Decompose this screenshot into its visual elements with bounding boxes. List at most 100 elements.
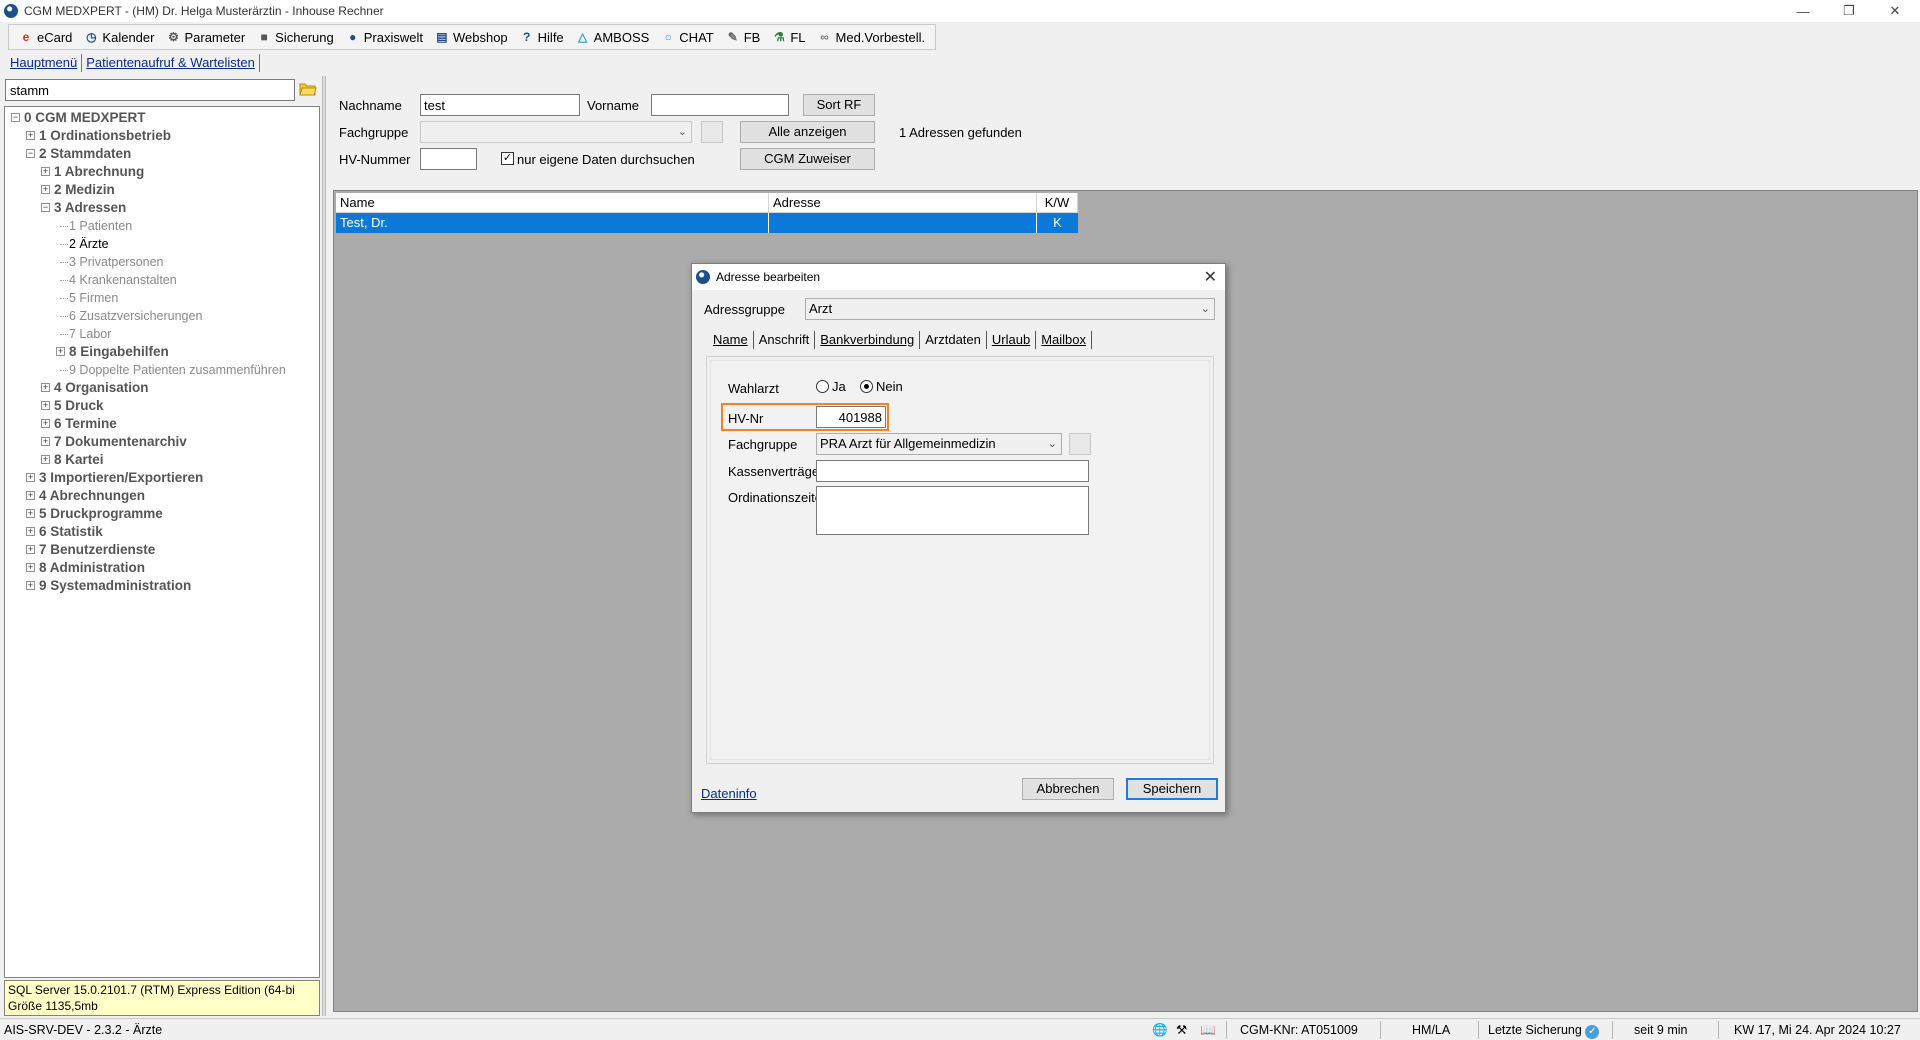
column-header-adresse[interactable]: Adresse [769,193,1037,212]
tree-item[interactable]: 3 Privatpersonen [5,253,319,271]
tree-item[interactable]: +1 Abrechnung [5,163,319,181]
collapse-icon[interactable]: − [41,203,50,212]
expand-icon[interactable]: + [41,419,50,428]
expand-icon[interactable]: + [26,563,35,572]
network-icon[interactable]: 🌐 [1152,1021,1168,1039]
tools-icon[interactable]: ⚒ [1176,1021,1187,1039]
expand-icon[interactable]: + [26,581,35,590]
expand-icon[interactable]: + [41,455,50,464]
tab-hauptmenue[interactable]: Hauptmenü [6,54,83,72]
collapse-icon[interactable]: − [26,149,35,158]
restore-button[interactable]: ❐ [1826,0,1872,22]
tree-item[interactable]: −3 Adressen [5,199,319,217]
kassenvertraege-input[interactable] [816,460,1089,482]
menu-search-input[interactable] [5,79,295,101]
tab-mailbox[interactable]: Mailbox [1036,331,1092,349]
tree-item[interactable]: +9 Systemadministration [5,577,319,595]
expand-icon[interactable]: + [26,509,35,518]
tab-arztdaten[interactable]: Arztdaten [920,331,987,349]
column-header-kw[interactable]: K/W [1037,193,1078,212]
toolbar-hilfe-button[interactable]: ? Hilfe [514,25,570,49]
toolbar-chat-button[interactable]: ○ CHAT [655,25,719,49]
dateninfo-link[interactable]: Dateninfo [701,786,757,801]
speichern-button[interactable]: Speichern [1126,778,1218,800]
fachgruppe-select[interactable]: ⌄ [420,121,692,143]
tree-item[interactable]: +6 Termine [5,415,319,433]
tree-item[interactable]: +5 Druckprogramme [5,505,319,523]
close-window-button[interactable]: ✕ [1872,0,1918,22]
table-row[interactable]: Test, Dr. K [336,213,1078,233]
sort-rf-button[interactable]: Sort RF [803,94,875,116]
wahlarzt-nein-radio[interactable] [860,380,873,393]
panel-splitter[interactable] [322,76,326,1016]
expand-icon[interactable]: + [41,185,50,194]
expand-icon[interactable]: + [26,491,35,500]
column-header-name[interactable]: Name [336,193,769,212]
dialog-fachgruppe-picker-button[interactable] [1069,433,1091,455]
tree-item[interactable]: 1 Patienten [5,217,319,235]
alle-anzeigen-button[interactable]: Alle anzeigen [740,121,875,143]
book-icon[interactable]: 📖 [1200,1021,1216,1039]
tree-item[interactable]: +5 Druck [5,397,319,415]
tree-item[interactable]: +2 Medizin [5,181,319,199]
expand-icon[interactable]: + [41,437,50,446]
tab-patientenaufruf[interactable]: Patientenaufruf & Wartelisten [82,54,260,72]
toolbar-webshop-button[interactable]: ▤ Webshop [429,25,514,49]
ordinationszeiten-input[interactable] [816,486,1089,535]
tree-item[interactable]: +8 Administration [5,559,319,577]
expand-icon[interactable]: + [26,473,35,482]
tab-name[interactable]: Name [708,331,754,349]
tree-item[interactable]: 6 Zusatzversicherungen [5,307,319,325]
toolbar-fl-button[interactable]: ⚗ FL [766,25,811,49]
tree-item[interactable]: 5 Firmen [5,289,319,307]
fachgruppe-picker-button[interactable] [701,121,723,143]
expand-icon[interactable]: + [41,167,50,176]
hv-nr-input[interactable] [816,406,886,428]
tab-bankverbindung[interactable]: Bankverbindung [815,331,921,349]
expand-icon[interactable]: + [26,545,35,554]
tree-item[interactable]: +7 Benutzerdienste [5,541,319,559]
expand-icon[interactable]: + [26,131,35,140]
nachname-input[interactable] [420,94,580,116]
toolbar-parameter-button[interactable]: ⚙ Parameter [160,25,251,49]
toolbar-sicherung-button[interactable]: ■ Sicherung [251,25,340,49]
dialog-fachgruppe-select[interactable]: PRA Arzt für Allgemeinmedizin ⌄ [816,433,1062,455]
expand-icon[interactable]: + [41,383,50,392]
wahlarzt-ja-radio[interactable] [816,380,829,393]
toolbar-amboss-button[interactable]: △ AMBOSS [570,25,656,49]
tree-item[interactable]: +6 Statistik [5,523,319,541]
vorname-input[interactable] [651,94,789,116]
eigene-daten-checkbox[interactable]: ✓ [501,152,514,165]
minimize-button[interactable]: — [1780,0,1826,22]
tree-item[interactable]: +1 Ordinationsbetrieb [5,127,319,145]
tree-item[interactable]: +4 Organisation [5,379,319,397]
tree-item[interactable]: +7 Dokumentenarchiv [5,433,319,451]
abbrechen-button[interactable]: Abbrechen [1022,778,1114,800]
dialog-close-icon[interactable]: ✕ [1204,267,1217,287]
tab-anschrift[interactable]: Anschrift [754,331,816,349]
expand-icon[interactable]: + [56,347,65,356]
tree-item[interactable]: 9 Doppelte Patienten zusammenführen [5,361,319,379]
folder-open-icon[interactable] [299,81,317,97]
toolbar-fb-button[interactable]: ✎ FB [720,25,767,49]
toolbar-kalender-button[interactable]: ◷ Kalender [78,25,160,49]
tree-item[interactable]: −0 CGM MEDXPERT [5,109,319,127]
hv-nummer-input[interactable] [420,148,477,170]
collapse-icon[interactable]: − [11,113,20,122]
toolbar-med-vorbestell-button[interactable]: ∞ Med.Vorbestell. [812,25,932,49]
cgm-zuweiser-button[interactable]: CGM Zuweiser [740,148,875,170]
expand-icon[interactable]: + [41,401,50,410]
tree-item[interactable]: +4 Abrechnungen [5,487,319,505]
toolbar-praxiswelt-button[interactable]: ● Praxiswelt [340,25,429,49]
tree-item[interactable]: 7 Labor [5,325,319,343]
adressgruppe-select[interactable]: Arzt ⌄ [805,298,1215,320]
tree-item[interactable]: +3 Importieren/Exportieren [5,469,319,487]
tree-item[interactable]: 4 Krankenanstalten [5,271,319,289]
expand-icon[interactable]: + [26,527,35,536]
tree-item[interactable]: +8 Eingabehilfen [5,343,319,361]
toolbar-ecard-button[interactable]: e eCard [13,25,78,49]
tree-item[interactable]: −2 Stammdaten [5,145,319,163]
tree-item[interactable]: +8 Kartei [5,451,319,469]
tab-urlaub[interactable]: Urlaub [987,331,1037,349]
tree-item[interactable]: 2 Ärzte [5,235,319,253]
